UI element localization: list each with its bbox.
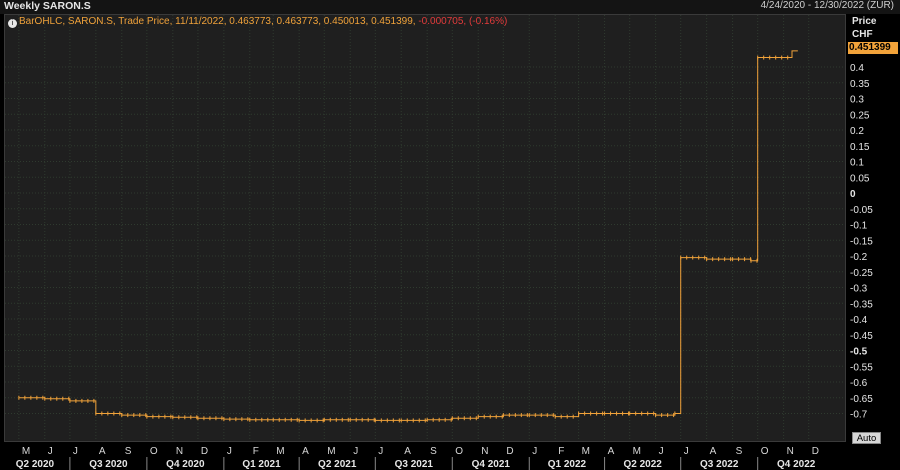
y-tick-label: -0.2 xyxy=(850,252,868,263)
x-tick-month: O xyxy=(150,446,158,457)
info-icon[interactable]: i xyxy=(8,19,17,28)
y-tick-label: 0 xyxy=(850,189,856,200)
y-tick-label: 0.2 xyxy=(850,126,864,137)
x-tick-month: N xyxy=(481,446,488,457)
x-tick-month: J xyxy=(73,446,78,457)
x-tick-month: S xyxy=(125,446,132,457)
grid xyxy=(5,15,845,441)
last-price-marker: 0.451399 xyxy=(848,42,898,54)
chart-legend: i BarOHLC, SARON.S, Trade Price, 11/11/20… xyxy=(8,16,507,28)
y-tick-label: -0.55 xyxy=(850,362,873,373)
x-tick-month: D xyxy=(201,446,208,457)
x-tick-month: J xyxy=(378,446,383,457)
x-tick-month: O xyxy=(455,446,463,457)
y-tick-label: 0.4 xyxy=(850,63,864,74)
y-axis-ticks: 0.4 0.35 0.3 0.25 0.2 0.15 0.1 0.05 0 -0.05 -0.1 -0… xyxy=(850,63,873,421)
x-tick-month: M xyxy=(276,446,284,457)
x-tick-month: J xyxy=(659,446,664,457)
x-tick-quarter: Q3 2022 xyxy=(700,459,739,470)
x-tick-quarter: Q2 2022 xyxy=(623,459,662,470)
y-tick-label: 0.05 xyxy=(850,173,870,184)
y-tick-label: -0.35 xyxy=(850,299,873,310)
y-tick-label: 0.35 xyxy=(850,79,870,90)
x-tick-month: D xyxy=(506,446,513,457)
y-tick-label: 0.1 xyxy=(850,158,864,169)
x-tick-quarter: Q3 2021 xyxy=(395,459,434,470)
x-tick-month: D xyxy=(812,446,819,457)
y-tick-label: -0.5 xyxy=(850,347,868,358)
y-tick-label: -0.15 xyxy=(850,236,873,247)
x-tick-month: J xyxy=(227,446,232,457)
x-tick-quarter: Q3 2020 xyxy=(89,459,128,470)
x-tick-month: A xyxy=(404,446,411,457)
y-tick-label: -0.65 xyxy=(850,394,873,405)
y-tick-label: -0.25 xyxy=(850,268,873,279)
x-tick-month: S xyxy=(736,446,743,457)
y-tick-label: -0.45 xyxy=(850,331,873,342)
x-tick-month: N xyxy=(176,446,183,457)
y-tick-label: -0.05 xyxy=(850,205,873,216)
x-tick-month: A xyxy=(710,446,717,457)
x-axis-ticks: M J J A S O N D J F M A M J J A S O N D J F M A M J J A S O N D Q2 2020 Q… xyxy=(16,446,819,470)
y-tick-label: -0.1 xyxy=(850,221,868,232)
y-axis-label-currency: CHF xyxy=(852,29,873,40)
x-tick-month: J xyxy=(48,446,53,457)
price-chart[interactable]: 0.4 0.35 0.3 0.25 0.2 0.15 0.1 0.05 0 -0.05 -0.1 -0… xyxy=(0,0,900,470)
x-tick-month: M xyxy=(582,446,590,457)
y-axis-label-price: Price xyxy=(852,16,877,27)
x-tick-quarter: Q4 2021 xyxy=(472,459,511,470)
y-tick-label: -0.6 xyxy=(850,378,868,389)
x-tick-month: M xyxy=(22,446,30,457)
x-tick-month: J xyxy=(532,446,537,457)
legend-change: -0.000705, (-0.16%) xyxy=(418,16,508,27)
x-tick-month: S xyxy=(430,446,437,457)
x-tick-month: M xyxy=(327,446,335,457)
x-tick-quarter: Q4 2022 xyxy=(777,459,816,470)
x-tick-quarter: Q1 2022 xyxy=(548,459,587,470)
auto-scale-button[interactable]: Auto xyxy=(852,432,881,444)
x-tick-month: A xyxy=(608,446,615,457)
y-tick-label: 0.15 xyxy=(850,142,870,153)
price-series xyxy=(18,50,798,423)
y-tick-label: 0.3 xyxy=(850,95,864,106)
x-tick-quarter: Q4 2020 xyxy=(166,459,205,470)
price-line xyxy=(18,50,798,421)
y-tick-label: -0.7 xyxy=(850,410,868,421)
x-tick-month: F xyxy=(253,446,259,457)
x-tick-quarter: Q2 2020 xyxy=(16,459,55,470)
x-tick-month: F xyxy=(558,446,564,457)
x-tick-quarter: Q2 2021 xyxy=(318,459,357,470)
y-tick-label: -0.3 xyxy=(850,284,868,295)
x-tick-month: A xyxy=(99,446,106,457)
x-tick-month: M xyxy=(633,446,641,457)
x-tick-month: J xyxy=(353,446,358,457)
x-tick-month: A xyxy=(302,446,309,457)
x-tick-quarter: Q1 2021 xyxy=(242,459,281,470)
y-tick-label: -0.4 xyxy=(850,315,868,326)
legend-text: BarOHLC, SARON.S, Trade Price, 11/11/202… xyxy=(19,16,416,27)
x-tick-month: O xyxy=(761,446,769,457)
x-tick-month: N xyxy=(787,446,794,457)
y-tick-label: 0.25 xyxy=(850,110,870,121)
x-tick-month: J xyxy=(684,446,689,457)
